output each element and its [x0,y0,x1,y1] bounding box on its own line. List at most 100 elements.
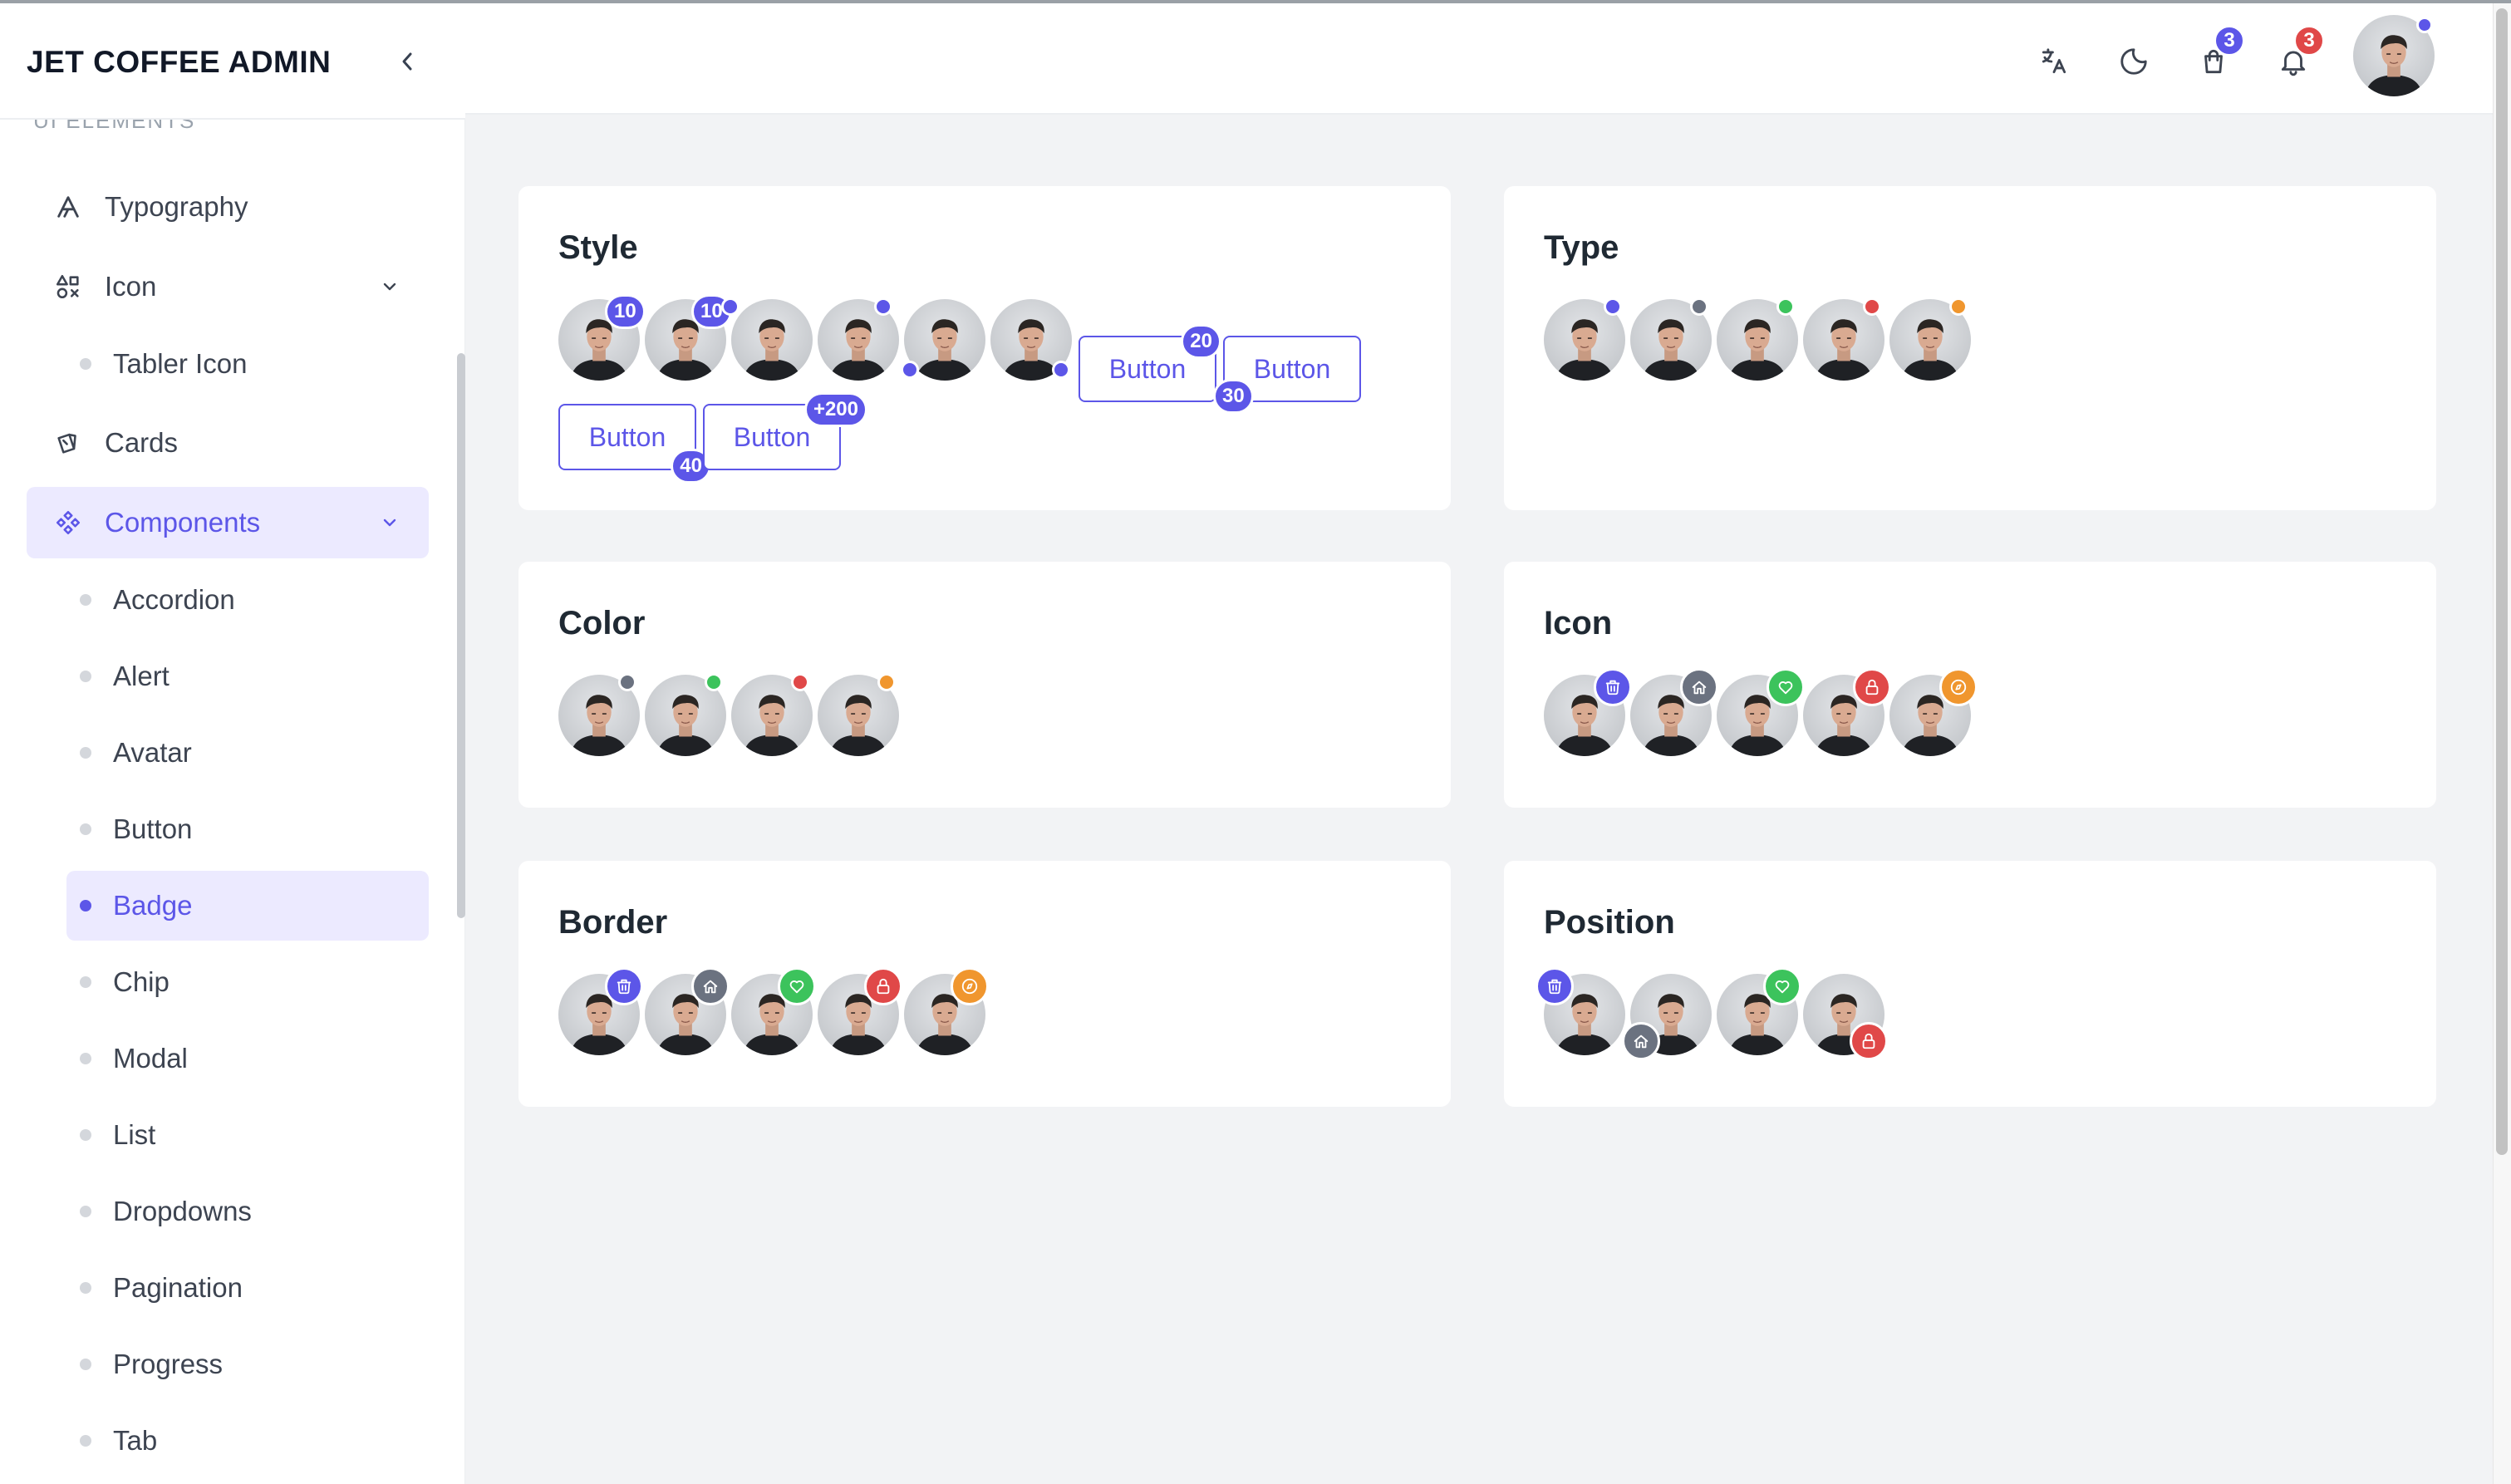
sidebar-subitem-label: Pagination [113,1272,243,1303]
cart-button[interactable]: 3 [2189,25,2245,86]
sidebar-subitem-button[interactable]: Button [66,794,429,864]
sidebar-item-icon[interactable]: Icon [27,251,429,322]
avatar [1803,974,1888,1060]
theme-toggle-button[interactable] [2109,37,2159,86]
sidebar-item-typography[interactable]: Typography [27,171,429,243]
sidebar-subitem-tab[interactable]: Tab [66,1406,429,1476]
language-button[interactable] [2029,37,2079,86]
sidebar-subitem-label: List [113,1119,156,1150]
sidebar-subitem-alert[interactable]: Alert [66,641,429,711]
brand-header: JET COFFEE ADMIN [0,3,465,120]
sidebar-item-label: Icon [105,271,157,302]
dot-badge [874,297,892,316]
badge-button[interactable]: Button +200 [703,392,867,470]
sidebar-subitem-label: Tabler Icon [113,348,248,379]
sidebar-item-cards[interactable]: Cards [27,407,429,479]
bullet-dot [80,1129,91,1141]
sidebar-subitem-label: Alert [113,661,170,691]
sidebar-item-label: Typography [105,191,248,222]
avatar [1536,967,1625,1055]
avatar-image [731,299,813,381]
dot-badge [721,297,740,316]
button-label: Button [1253,353,1331,384]
moon-icon [2120,48,2147,75]
sidebar-subitem-chip[interactable]: Chip [66,947,429,1017]
notifications-button[interactable]: 3 [2268,25,2325,86]
avatar [901,299,985,381]
card-position: Position [1504,861,2436,1107]
warning-dot-badge [877,673,896,691]
danger-dot-badge [791,673,809,691]
badge-button[interactable]: Button 30 [1213,336,1361,414]
home-icon [1680,668,1718,706]
sidebar-subitem-pagination[interactable]: Pagination [66,1253,429,1323]
sidebar: JET COFFEE ADMIN UI ELEMENTS Typography … [0,0,465,1484]
sidebar-subitem-list[interactable]: List [66,1100,429,1170]
bullet-dot [80,358,91,370]
count-badge: 10 [605,294,646,329]
card-title: Style [558,229,638,266]
badge-button[interactable]: Button 40 [558,404,711,484]
bullet-dot [80,1435,91,1447]
avatar [1803,297,1884,381]
avatar [1717,967,1801,1055]
avatar [558,967,643,1055]
card-border: Border [518,861,1451,1107]
sidebar-subitem-badge[interactable]: Badge [66,871,429,941]
bullet-dot [80,747,91,759]
sidebar-item-label: Cards [105,427,179,458]
avatar [1544,668,1632,756]
sidebar-subitem-avatar[interactable]: Avatar [66,718,429,788]
online-status-dot [2416,17,2433,33]
badge-button[interactable]: Button 20 [1079,324,1221,402]
sidebar-subitem-label: Tab [113,1425,158,1456]
avatar [1544,297,1625,381]
sidebar-item-components[interactable]: Components [27,487,429,558]
sidebar-subitem-label: Chip [113,966,170,997]
cart-count-badge: 3 [2214,25,2245,57]
sidebar-subitem-label: Dropdowns [113,1196,252,1226]
main-scrollbar-thumb[interactable] [2496,8,2508,1155]
typography-icon [52,190,85,224]
card-color: Color [518,562,1451,808]
sidebar-subitem-tabler-icon[interactable]: Tabler Icon [66,329,429,399]
card-icon: Icon [1504,562,2436,808]
sidebar-subitem-label: Accordion [113,584,235,615]
primary-dot-badge [1604,297,1622,316]
lock-icon [864,967,902,1005]
count-badge: +200 [803,392,867,427]
success-dot-badge [705,673,723,691]
avatar [721,297,813,381]
home-icon [691,967,730,1005]
secondary-dot-badge [618,673,636,691]
sidebar-subitem-accordion[interactable]: Accordion [66,565,429,635]
sidebar-subitem-dropdowns[interactable]: Dropdowns [66,1177,429,1246]
sidebar-subitem-label: Button [113,813,193,844]
top-header: 3 3 [465,3,2493,115]
avatar: 10 [558,294,646,381]
home-icon [1622,1022,1660,1060]
avatar [818,297,899,381]
avatar [1622,974,1712,1060]
trash-icon [1594,668,1632,706]
cards-icon [52,426,85,459]
profile-avatar-button[interactable] [2353,15,2435,96]
chevron-down-icon [376,509,404,537]
button-label: Button [1108,353,1187,384]
sidebar-scrollbar[interactable] [457,353,465,918]
dot-badge [1052,361,1070,379]
sidebar-subitem-label: Avatar [113,737,192,768]
success-dot-badge [1776,297,1795,316]
heart-icon [1767,668,1805,706]
sidebar-subitem-progress[interactable]: Progress [66,1329,429,1399]
bullet-dot [80,823,91,835]
sidebar-subitem-modal[interactable]: Modal [66,1024,429,1093]
sidebar-item-label: Components [105,507,261,538]
avatar [818,967,902,1055]
warning-dot-badge [1949,297,1968,316]
sidebar-subitem-label: Badge [113,890,193,921]
collapse-sidebar-button[interactable] [391,42,424,81]
components-icon [52,506,85,539]
avatar: 10 [645,294,732,381]
lock-icon [1853,668,1891,706]
